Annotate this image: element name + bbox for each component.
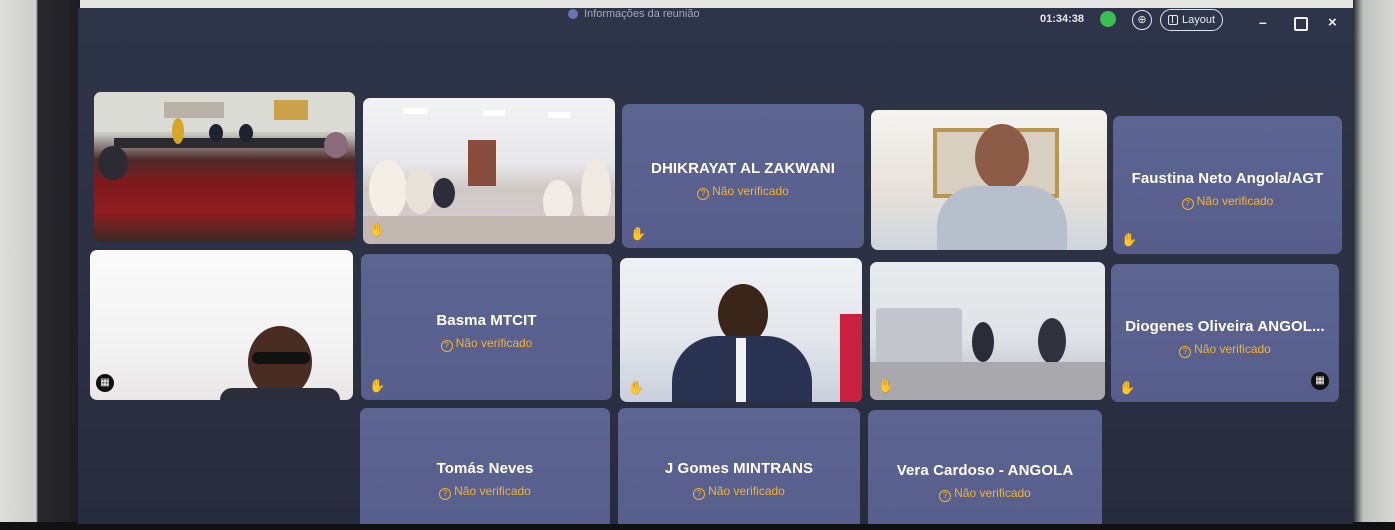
- video-table: [870, 362, 1105, 400]
- video-person: [433, 178, 455, 208]
- layout-button[interactable]: Layout: [1160, 9, 1224, 31]
- meeting-timer: 01:34:38: [1040, 13, 1085, 25]
- participant-name: DHIKRAYAT AL ZAKWANI: [651, 160, 835, 177]
- video-person-body: [937, 186, 1067, 250]
- layout-button-label: Layout: [1182, 14, 1216, 26]
- video-person: [172, 118, 184, 144]
- monitor-bezel-left: [0, 0, 80, 530]
- unverified-icon: ?: [697, 188, 710, 200]
- video-glasses: [252, 352, 310, 364]
- video-background-person: [840, 314, 862, 402]
- unverified-icon: ?: [939, 490, 952, 502]
- participant-name: Basma MTCIT: [436, 312, 537, 329]
- recording-indicator-icon: [1100, 11, 1116, 27]
- raise-hand-icon: ✋: [369, 222, 386, 237]
- video-person: [972, 322, 994, 362]
- meeting-info-label: Informações da reunião: [584, 8, 700, 20]
- verification-status: ? Não verificado: [618, 484, 860, 500]
- video-door: [468, 140, 496, 186]
- raise-hand-icon: ✋: [1121, 232, 1138, 247]
- verification-status: ? Não verificado: [1113, 194, 1342, 210]
- video-person: [209, 124, 223, 142]
- video-tile-man-glasses[interactable]: ▦: [90, 250, 353, 400]
- video-wall: [94, 92, 355, 132]
- maximize-button[interactable]: [1294, 17, 1308, 31]
- unverified-icon: ?: [1181, 198, 1194, 210]
- participant-name: Diogenes Oliveira ANGOL...: [1125, 318, 1325, 335]
- video-person: [98, 146, 128, 180]
- video-window: [164, 102, 224, 118]
- participant-tile[interactable]: Basma MTCIT ? Não verificado ✋: [361, 254, 612, 400]
- video-person-body: [220, 388, 340, 400]
- monitor-bezel-right: [1353, 0, 1395, 530]
- participant-tile[interactable]: J Gomes MINTRANS ? Não verificado: [618, 408, 860, 524]
- raise-hand-icon: ✋: [628, 380, 645, 395]
- video-ceiling-light: [548, 112, 570, 118]
- verification-status: ? Não verificado: [361, 336, 612, 352]
- verification-status: ? Não verificado: [868, 486, 1102, 502]
- video-tile-meeting-room[interactable]: ✋: [870, 262, 1105, 400]
- participant-name: Vera Cardoso - ANGOLA: [896, 462, 1074, 479]
- participant-tile[interactable]: Tomás Neves ? Não verificado: [360, 408, 610, 524]
- video-tile-man-suit[interactable]: ✋: [620, 258, 862, 402]
- minimize-button[interactable]: –: [1259, 14, 1267, 30]
- video-table: [363, 216, 615, 244]
- video-ceiling-light: [403, 108, 427, 114]
- meeting-window: Informações da reunião 01:34:38 ⊕ Layout…: [78, 8, 1353, 524]
- participant-tile[interactable]: DHIKRAYAT AL ZAKWANI ? Não verificado ✋: [622, 104, 864, 248]
- unverified-icon: ?: [693, 488, 706, 500]
- raise-hand-icon: ✋: [1119, 380, 1136, 395]
- info-icon: [568, 9, 578, 19]
- zoom-icon[interactable]: ⊕: [1132, 10, 1152, 30]
- monitor-bezel-top: [0, 0, 1395, 8]
- verification-status: ? Não verificado: [1111, 342, 1339, 358]
- video-person: [369, 160, 407, 220]
- video-person: [239, 124, 253, 142]
- verification-status: ? Não verificado: [360, 484, 610, 500]
- video-table-edge: [114, 138, 344, 148]
- video-person: [405, 168, 435, 214]
- close-button[interactable]: ×: [1328, 14, 1337, 31]
- video-person-head: [975, 124, 1029, 190]
- video-person-head: [718, 284, 768, 344]
- unverified-icon: ?: [439, 488, 452, 500]
- unverified-icon: ?: [440, 340, 453, 352]
- video-ceiling-light: [483, 110, 505, 116]
- video-emblem: [274, 100, 308, 120]
- video-person: [1038, 318, 1066, 364]
- raise-hand-icon: ✋: [369, 378, 386, 393]
- verification-status: ? Não verificado: [622, 184, 864, 200]
- grid-icon[interactable]: ▦: [96, 374, 114, 392]
- raise-hand-icon: ✋: [630, 226, 647, 241]
- video-tile-boardroom[interactable]: [94, 92, 355, 242]
- meeting-info-button[interactable]: Informações da reunião: [568, 8, 700, 20]
- participant-name: Faustina Neto Angola/AGT: [1131, 170, 1324, 187]
- video-tile-office-group[interactable]: ✋: [363, 98, 615, 244]
- participant-tile[interactable]: Faustina Neto Angola/AGT ? Não verificado…: [1113, 116, 1342, 254]
- title-bar: Informações da reunião 01:34:38 ⊕ Layout…: [78, 8, 1353, 42]
- video-shirt: [736, 338, 746, 402]
- video-tile-portrait[interactable]: [871, 110, 1107, 250]
- video-laptop: [876, 308, 962, 364]
- participant-name: J Gomes MINTRANS: [664, 460, 814, 477]
- video-person: [324, 132, 348, 158]
- participant-tile[interactable]: Diogenes Oliveira ANGOL... ? Não verifica…: [1111, 264, 1339, 402]
- raise-hand-icon: ✋: [878, 378, 895, 393]
- participant-tile[interactable]: Vera Cardoso - ANGOLA ? Não verificado: [868, 410, 1102, 524]
- grid-icon[interactable]: ▦: [1311, 372, 1329, 390]
- layout-grid-icon: [1168, 15, 1178, 25]
- unverified-icon: ?: [1179, 346, 1192, 358]
- participant-name: Tomás Neves: [436, 460, 534, 477]
